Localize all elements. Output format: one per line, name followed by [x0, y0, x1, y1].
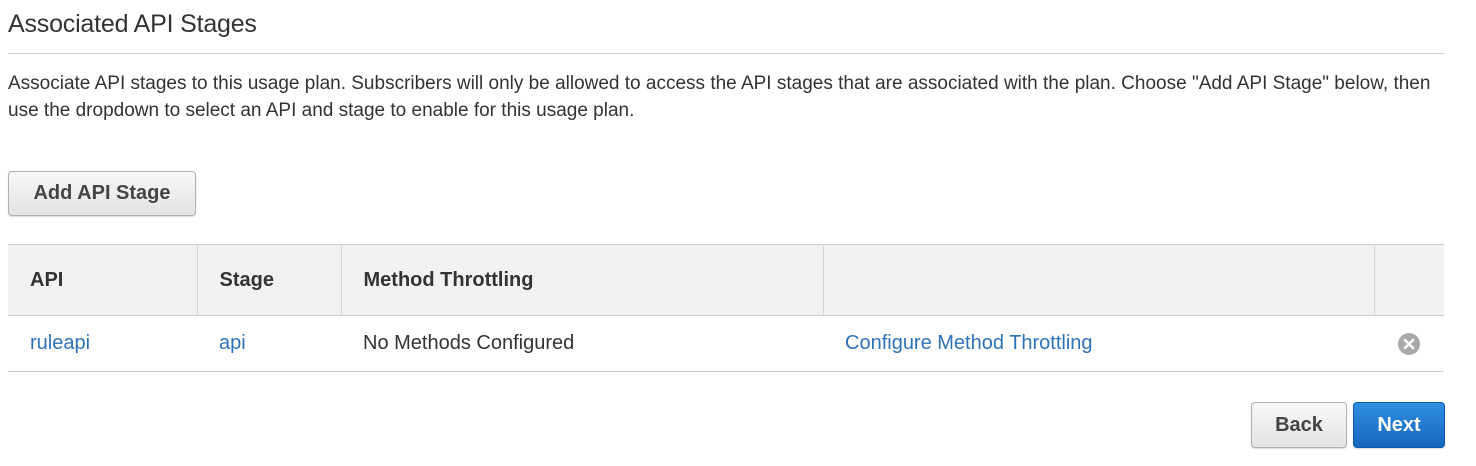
configure-cell: Configure Method Throttling: [823, 315, 1374, 372]
column-header-remove: [1374, 244, 1444, 316]
column-header-api: API: [8, 244, 198, 316]
title-divider: [8, 53, 1444, 54]
stage-link[interactable]: api: [219, 332, 246, 354]
api-link[interactable]: ruleapi: [30, 332, 90, 354]
method-throttling-cell: No Methods Configured: [341, 315, 823, 372]
api-cell: ruleapi: [8, 315, 197, 372]
column-header-method-throttling: Method Throttling: [341, 244, 824, 316]
section-description: Associate API stages to this usage plan.…: [8, 73, 1431, 121]
next-button[interactable]: Next: [1353, 402, 1445, 448]
section-title: Associated API Stages: [8, 10, 257, 38]
add-api-stage-button[interactable]: Add API Stage: [8, 171, 196, 216]
remove-cell: [1374, 315, 1444, 372]
table-header-row: API Stage Method Throttling: [8, 244, 1444, 316]
api-stages-table: API Stage Method Throttling ruleapi api …: [8, 244, 1444, 372]
column-header-actions: [823, 244, 1375, 316]
configure-method-throttling-link[interactable]: Configure Method Throttling: [845, 332, 1093, 354]
column-header-stage: Stage: [197, 244, 342, 316]
close-circle-icon[interactable]: [1398, 332, 1420, 355]
stage-cell: api: [197, 315, 341, 372]
table-row: ruleapi api No Methods Configured Config…: [8, 315, 1444, 372]
back-button[interactable]: Back: [1251, 402, 1347, 448]
